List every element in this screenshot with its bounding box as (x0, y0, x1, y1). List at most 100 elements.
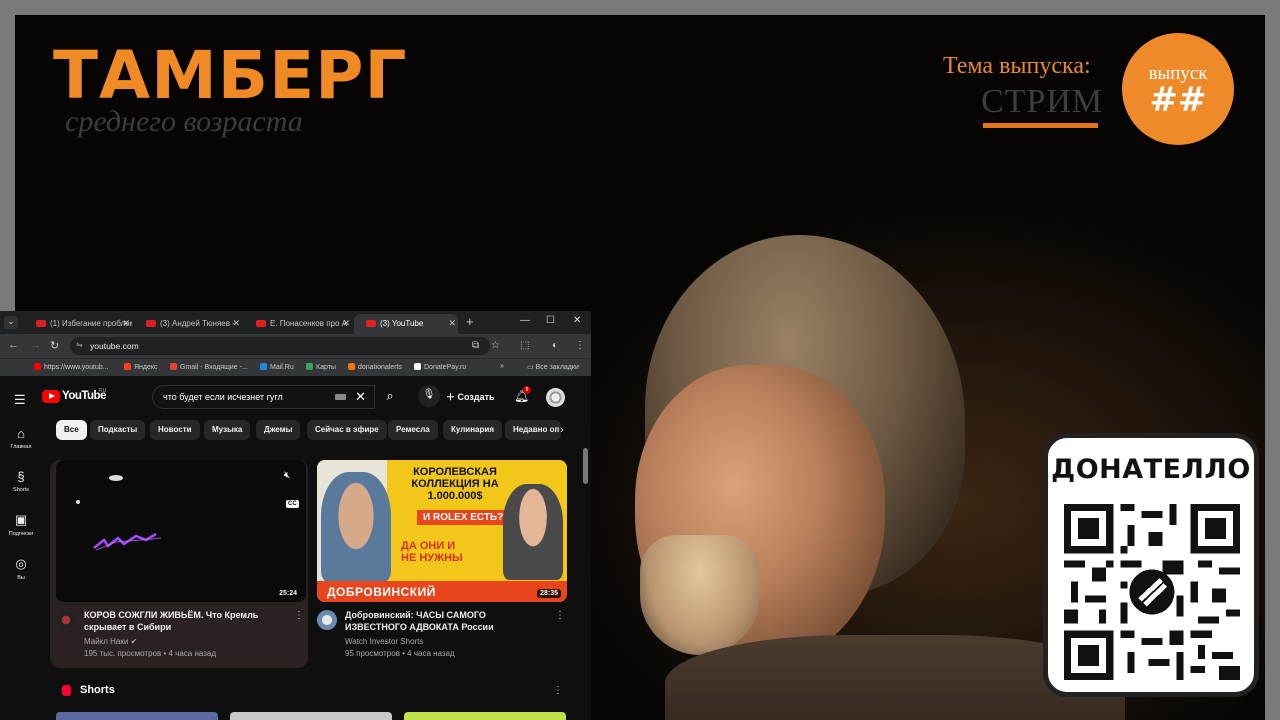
thumbnail-person-2 (503, 484, 563, 580)
chip-news[interactable]: Новости (150, 420, 200, 440)
video-thumbnail[interactable]: 🔇︎ CC 25:24 (56, 460, 306, 602)
close-tab-icon[interactable]: ✕ (122, 318, 130, 329)
browser-tab-2[interactable]: (3) Андрей Тюняев - ✕ (134, 314, 242, 334)
topic-underline (983, 123, 1098, 128)
video-title[interactable]: КОРОВ СОЖГЛИ ЖИВЬЁМ. Что Кремль скрывает… (84, 609, 289, 633)
video-preview-art (76, 475, 162, 551)
new-tab-icon[interactable]: + (466, 314, 474, 329)
browser-window: ⌄ (1) Избегание проблем ✕ (3) Андрей Тюн… (0, 311, 591, 720)
site-info-icon[interactable]: ⇋ (76, 340, 83, 349)
bookmark-favicon-icon (414, 363, 421, 370)
bookmark-item[interactable]: donationalerts (348, 363, 402, 371)
youtube-logo-icon[interactable] (42, 390, 60, 403)
bookmark-favicon-icon (348, 363, 355, 370)
menu-icon[interactable]: ☰ (14, 392, 26, 408)
browser-tab-label: (3) Андрей Тюняев - (160, 319, 235, 328)
verified-icon: ✔︎ (130, 637, 138, 646)
channel-name[interactable]: Майкл Наки ✔︎ (84, 637, 137, 646)
you-icon: ◎ (15, 556, 27, 571)
browser-menu-icon[interactable]: ⋮ (575, 340, 585, 351)
sidebar-item-you[interactable]: ◎ Вы (0, 556, 42, 581)
channel-avatar[interactable] (317, 610, 337, 630)
shorts-more-icon[interactable]: ⋮ (553, 685, 563, 696)
page-scrollbar[interactable] (583, 448, 588, 484)
short-thumbnail[interactable] (230, 712, 392, 720)
search-input[interactable]: что будет если исчезнет гугл ✕ (152, 385, 375, 409)
brand-subtitle: среднего возраста (65, 105, 303, 138)
youtube-favicon-icon (146, 320, 156, 327)
shorts-icon: § (17, 469, 25, 484)
donate-title: ДОНАТЕЛЛО (1051, 454, 1251, 485)
chip-podcasts[interactable]: Подкасты (90, 420, 146, 440)
video-thumbnail[interactable]: КОРОЛЕВСКАЯ КОЛЛЕКЦИЯ НА 1.000.000$ И RO… (317, 460, 567, 602)
notifications-count-badge: 9 (523, 386, 531, 394)
video-card-1[interactable]: 🔇︎ CC 25:24 КОРОВ СОЖГЛИ ЖИВЬЁМ. Что Кре… (50, 460, 308, 668)
search-icon: ⌕ (386, 388, 394, 403)
profile-icon[interactable]: ◐ (552, 340, 558, 351)
browser-tab-3[interactable]: Е. Понасенков про А ✕ (244, 314, 352, 334)
presenter-beard (640, 535, 760, 655)
chip-music[interactable]: Музыка (204, 420, 251, 440)
account-avatar[interactable] (546, 388, 565, 407)
url-field[interactable]: ⇋ youtube.com (70, 337, 490, 355)
bookmark-item[interactable]: DonatePay.ru (414, 363, 466, 371)
mute-icon[interactable]: 🔇︎ (284, 470, 290, 481)
bookmark-favicon-icon (170, 363, 177, 370)
chevron-right-icon[interactable]: › (560, 424, 564, 436)
bookmark-item[interactable]: Карты (306, 363, 336, 371)
all-bookmarks[interactable]: ▭ Все закладки (527, 363, 579, 371)
close-tab-icon[interactable]: ✕ (448, 318, 456, 329)
short-thumbnail[interactable] (56, 712, 218, 720)
bookmark-item[interactable]: Mail.Ru (260, 363, 294, 371)
chip-cooking[interactable]: Кулинария (443, 420, 502, 440)
short-thumbnail[interactable] (404, 712, 566, 720)
reload-icon[interactable]: ↻ (50, 339, 59, 352)
more-options-icon[interactable]: ⋮ (555, 610, 565, 621)
brand-title: ТАМБЕРГ (53, 37, 408, 114)
video-title[interactable]: Добровинский: ЧАСЫ САМОГО ИЗВЕСТНОГО АДВ… (345, 609, 550, 633)
create-button[interactable]: ＋ Создать (446, 386, 495, 406)
bookmark-star-icon[interactable]: ☆ (491, 340, 500, 351)
cast-icon[interactable]: ⧉ (472, 340, 479, 351)
bookmark-favicon-icon (260, 363, 267, 370)
bookmark-item[interactable]: Gmail - Входящие -... (170, 363, 248, 371)
youtube-page: ☰ YouTube RU что будет если исчезнет гуг… (0, 376, 591, 720)
browser-tab-1[interactable]: (1) Избегание проблем ✕ (24, 314, 132, 334)
tab-search-button[interactable]: ⌄ (4, 316, 18, 329)
bookmark-item[interactable]: Яндекс (124, 363, 158, 371)
sidebar-item-shorts[interactable]: § Shorts (0, 469, 42, 493)
maximize-icon[interactable]: ☐ (546, 315, 555, 326)
captions-icon[interactable]: CC (286, 500, 299, 508)
episode-number: ## (1149, 80, 1207, 120)
back-icon[interactable]: ← (8, 339, 19, 351)
bookmarks-bar: https://www.youtub... Яндекс Gmail - Вхо… (0, 358, 591, 376)
extensions-icon[interactable]: ⬚ (520, 340, 529, 351)
qr-code-icon (1064, 504, 1240, 680)
minimize-icon[interactable]: — (520, 315, 530, 326)
more-options-icon[interactable]: ⋮ (294, 610, 304, 621)
voice-search-button[interactable]: 🎙︎ (418, 385, 440, 407)
chip-crafts[interactable]: Ремесла (388, 420, 438, 440)
chip-recent[interactable]: Недавно оп (505, 420, 561, 440)
search-button[interactable]: ⌕ (375, 385, 405, 409)
video-meta: 195 тыс. просмотров • 4 часа назад (84, 649, 217, 658)
sidebar-item-home[interactable]: ⌂ Главная (0, 426, 42, 450)
browser-tab-4[interactable]: (3) YouTube ✕ (354, 314, 458, 334)
browser-tab-label: (1) Избегание проблем (50, 319, 132, 328)
forward-icon[interactable]: → (30, 339, 41, 351)
keyboard-icon[interactable] (335, 394, 346, 400)
topic-value: СТРИМ (981, 83, 1104, 120)
bookmarks-overflow-icon[interactable]: » (500, 363, 504, 370)
close-tab-icon[interactable]: ✕ (342, 318, 350, 329)
sidebar-item-subscriptions[interactable]: ▣ Подписки (0, 512, 42, 537)
channel-avatar[interactable] (56, 610, 76, 630)
close-window-icon[interactable]: ✕ (573, 315, 581, 326)
chip-all[interactable]: Все (56, 420, 87, 440)
channel-name[interactable]: Watch Investor Shorts (345, 637, 423, 646)
chip-jams[interactable]: Джемы (256, 420, 301, 440)
bookmark-item[interactable]: https://www.youtub... (34, 363, 109, 371)
clear-search-icon[interactable]: ✕ (355, 389, 366, 405)
video-card-2[interactable]: КОРОЛЕВСКАЯ КОЛЛЕКЦИЯ НА 1.000.000$ И RO… (311, 460, 569, 668)
close-tab-icon[interactable]: ✕ (232, 318, 240, 329)
chip-live[interactable]: Сейчас в эфире (307, 420, 387, 440)
